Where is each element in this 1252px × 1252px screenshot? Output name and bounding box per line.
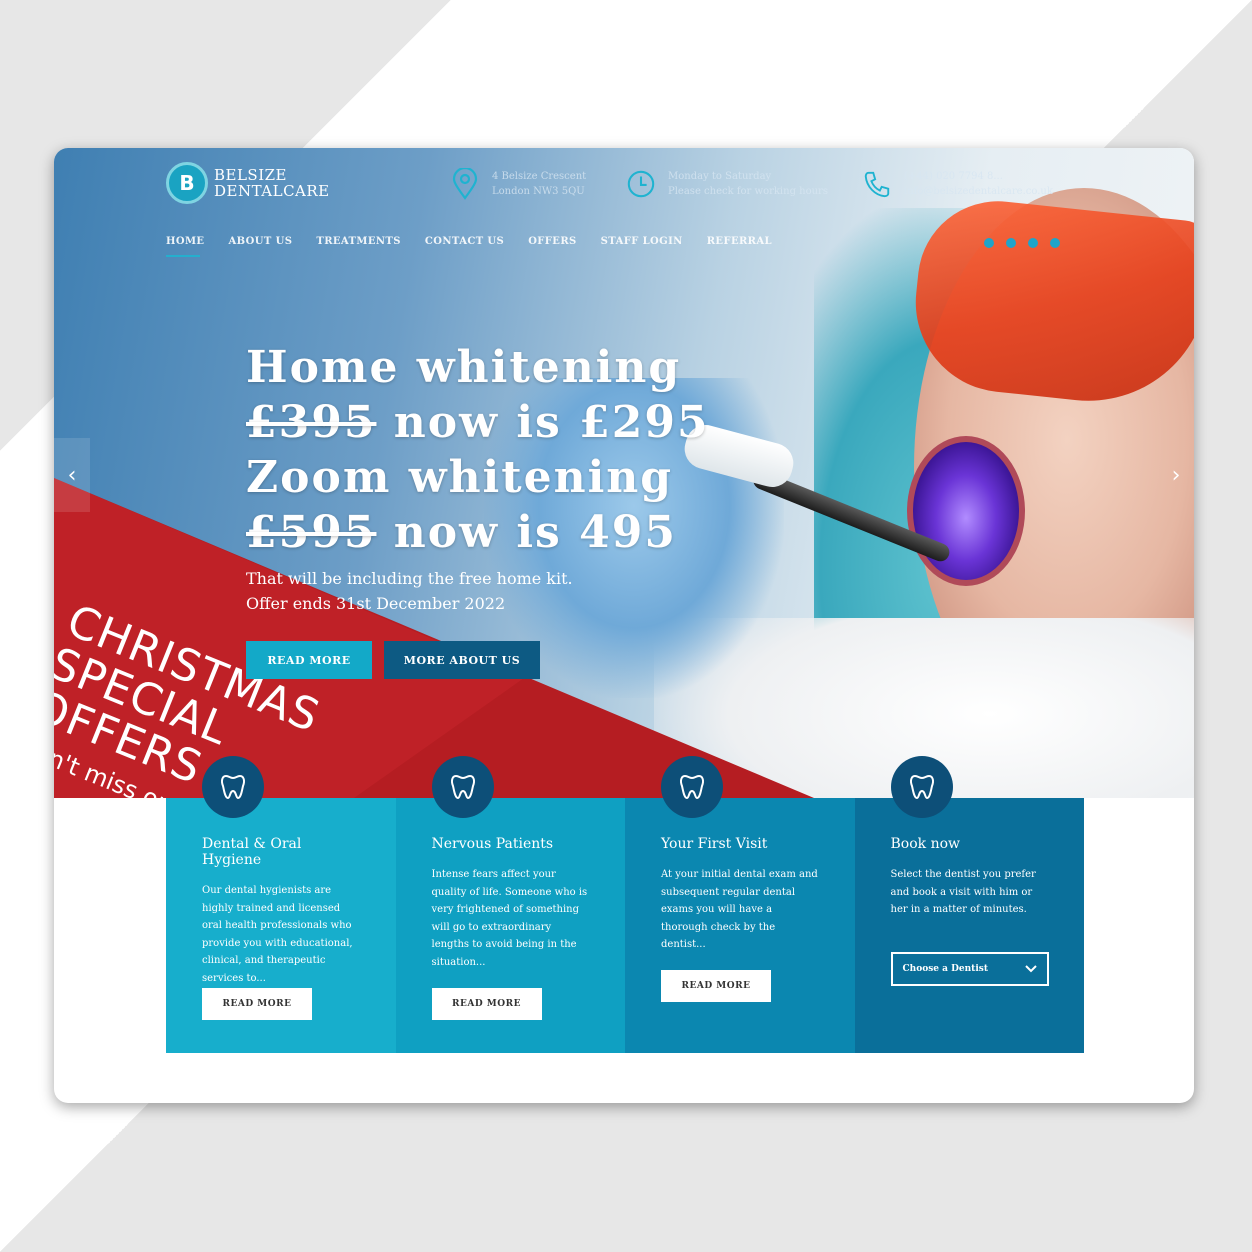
site-logo[interactable]: B BELSIZE DENTALCARE — [166, 162, 330, 204]
main-navigation: HOME ABOUT US TREATMENTS CONTACT US OFFE… — [166, 236, 772, 257]
hero-sub-line-1: That will be including the free home kit… — [246, 569, 573, 588]
header-phone[interactable]: (+44) 020 7794 8... info@belsizedentalca… — [862, 168, 1053, 200]
facebook-icon[interactable] — [984, 238, 994, 248]
service-title: Dental & Oral Hygiene — [202, 836, 302, 868]
service-description: At your initial dental exam and subseque… — [661, 869, 818, 950]
hero-line-3: Zoom whitening — [246, 452, 674, 503]
hero-more-about-us-button[interactable]: MORE ABOUT US — [384, 641, 540, 679]
twitter-icon[interactable] — [1006, 238, 1016, 248]
hero-line-1: Home whitening — [246, 342, 682, 393]
tooth-icon — [431, 756, 494, 818]
choose-dentist-value: Choose a Dentist — [902, 964, 988, 974]
service-read-more-button[interactable]: READ MORE — [431, 988, 542, 1020]
slider-next-arrow-icon[interactable]: › — [1158, 438, 1194, 512]
service-boxes: Dental & Oral Hygiene Our dental hygieni… — [166, 756, 1084, 1053]
tooth-icon — [202, 756, 264, 818]
address-line-1: 4 Belsize Crescent — [492, 171, 587, 182]
service-title: Book now — [890, 836, 961, 852]
new-price-2: now is 495 — [376, 507, 677, 558]
phone-line-1: (+44) 020 7794 8... — [904, 171, 1003, 182]
service-title: Your First Visit — [661, 836, 768, 852]
header-hours: Monday to Saturday Please check for work… — [626, 168, 828, 200]
social-links — [984, 238, 1060, 248]
nav-about-us[interactable]: ABOUT US — [228, 236, 292, 257]
hours-line-2: Please check for working hours — [668, 186, 828, 197]
logo-mark-icon: B — [166, 162, 208, 204]
hero-headline: Home whitening £395 now is £295 Zoom whi… — [246, 340, 710, 560]
service-title: Nervous Patients — [431, 836, 554, 852]
old-price-1: £395 — [246, 397, 377, 448]
hero-sub-line-2: Offer ends 31st December 2022 — [246, 594, 506, 613]
phone-line-2: info@belsizedentalcare.co.uk — [904, 186, 1053, 197]
service-description: Our dental hygienists are highly trained… — [202, 885, 353, 984]
logo-line-1: BELSIZE — [214, 166, 288, 184]
slider-prev-arrow-icon[interactable]: ‹ — [54, 438, 90, 512]
hero-line-4: £595 now is 495 — [246, 505, 710, 560]
service-box-first-visit: Your First Visit At your initial dental … — [625, 756, 855, 1053]
new-price-1: now is £295 — [376, 397, 710, 448]
nav-referral[interactable]: REFERRAL — [707, 236, 772, 257]
hero-read-more-button[interactable]: READ MORE — [246, 641, 372, 679]
hero-slider: CHRISTMAS SPECIAL OFFERS Don't miss out … — [54, 148, 1194, 798]
service-read-more-button[interactable]: READ MORE — [202, 988, 312, 1020]
address-line-2: London NW3 5QU — [492, 186, 585, 197]
tooth-icon — [890, 756, 953, 818]
nav-offers[interactable]: OFFERS — [528, 236, 576, 257]
location-pin-icon — [452, 168, 478, 200]
hero-mouth-uv-light-image — [907, 436, 1025, 586]
header-address: 4 Belsize Crescent London NW3 5QU — [450, 168, 586, 200]
service-box-hygiene: Dental & Oral Hygiene Our dental hygieni… — [166, 756, 396, 1053]
service-description: Select the dentist you prefer and book a… — [890, 869, 1036, 915]
old-price-2: £595 — [246, 507, 377, 558]
instagram-icon[interactable] — [1028, 238, 1038, 248]
clock-icon — [627, 170, 655, 198]
hours-line-1: Monday to Saturday — [668, 171, 772, 182]
nav-home[interactable]: HOME — [166, 236, 204, 257]
nav-treatments[interactable]: TREATMENTS — [316, 236, 401, 257]
phone-icon — [864, 171, 890, 198]
service-read-more-button[interactable]: READ MORE — [661, 970, 771, 1002]
service-box-nervous-patients: Nervous Patients Intense fears affect yo… — [395, 756, 625, 1053]
hero-line-2: £395 now is £295 — [246, 395, 710, 450]
website-screenshot-frame: CHRISTMAS SPECIAL OFFERS Don't miss out … — [54, 148, 1194, 1103]
service-box-book-now: Book now Select the dentist you prefer a… — [854, 756, 1084, 1053]
hero-subtext: That will be including the free home kit… — [246, 566, 573, 616]
google-icon[interactable] — [1050, 238, 1060, 248]
nav-staff-login[interactable]: STAFF LOGIN — [601, 236, 683, 257]
logo-text: BELSIZE DENTALCARE — [214, 167, 330, 199]
chevron-down-icon — [1024, 965, 1037, 973]
logo-line-2: DENTALCARE — [214, 182, 330, 200]
tooth-icon — [661, 756, 723, 818]
nav-contact-us[interactable]: CONTACT US — [425, 236, 504, 257]
service-description: Intense fears affect your quality of lif… — [431, 869, 588, 968]
choose-dentist-select[interactable]: Choose a Dentist — [890, 952, 1049, 986]
